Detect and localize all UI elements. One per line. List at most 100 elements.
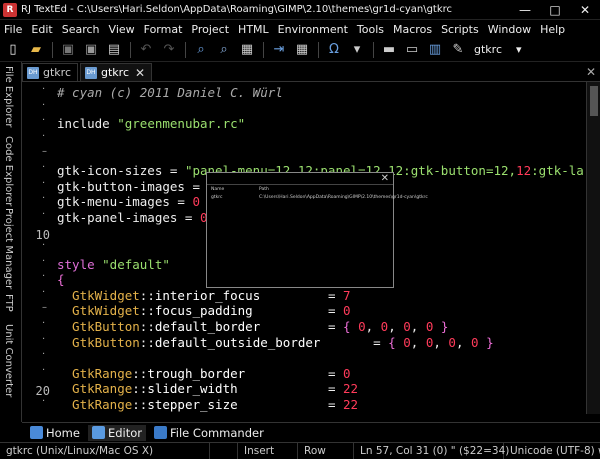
code-token: 0: [403, 334, 411, 350]
omega-icon[interactable]: Ω: [325, 41, 343, 59]
layout-icon[interactable]: ▬: [380, 41, 398, 59]
code-line[interactable]: style "default": [57, 257, 170, 272]
save-icon[interactable]: ▣: [59, 41, 77, 59]
gutter-marker: ·: [42, 240, 46, 251]
tools-icon[interactable]: ▾: [348, 41, 366, 59]
side-tab-ftp[interactable]: FTP: [3, 294, 14, 312]
document-tabs: DH gtkrc DH gtkrc ✕ ✕: [22, 62, 600, 82]
theme-selector[interactable]: gtkrc: [474, 43, 502, 56]
gutter-marker: ·: [42, 333, 46, 345]
search-icon[interactable]: ⌕: [192, 41, 210, 59]
side-tab-unit-converter[interactable]: Unit Converter: [3, 324, 14, 397]
maximize-button[interactable]: □: [540, 0, 570, 20]
print-icon[interactable]: ▤: [105, 41, 123, 59]
side-tab-code-explorer[interactable]: Code Explorer: [3, 136, 14, 206]
code-token: style: [57, 256, 103, 272]
code-line[interactable]: GtkRange::stepper_size = 22: [57, 397, 358, 412]
redo-icon[interactable]: ↷: [160, 41, 178, 59]
gutter-marker: ·: [42, 84, 46, 95]
close-all-icon[interactable]: ✕: [586, 65, 596, 79]
scroll-thumb[interactable]: [590, 86, 598, 116]
brush-icon[interactable]: ✎: [449, 41, 467, 59]
undo-icon[interactable]: ↶: [137, 41, 155, 59]
code-token: interior_focus: [154, 287, 261, 303]
find-files-icon[interactable]: ▦: [238, 41, 256, 59]
open-files-popup[interactable]: ✕ Name Path gtkrc C:\Users\Hari.Seldon\A…: [206, 172, 428, 288]
vertical-scrollbar[interactable]: [586, 82, 600, 414]
code-token: =: [237, 381, 343, 397]
menu-bar: File Edit Search View Format Project HTM…: [0, 20, 600, 38]
menu-view[interactable]: View: [109, 23, 135, 36]
goto-icon[interactable]: ⇥: [270, 41, 288, 59]
code-line[interactable]: GtkRange::trough_border = 0: [57, 366, 351, 381]
code-token: }: [478, 334, 494, 350]
gutter-marker: ·: [42, 193, 46, 205]
save-all-icon[interactable]: ▣: [82, 41, 100, 59]
status-file-format[interactable]: gtkrc (Unix/Linux/Mac OS X): [0, 442, 210, 459]
gutter-marker: ·: [42, 364, 46, 376]
side-tab-file-explorer[interactable]: File Explorer: [3, 66, 14, 128]
window-controls: — □ ✕: [510, 0, 600, 20]
chevron-down-icon[interactable]: ▾: [516, 43, 522, 56]
code-token: GtkRange: [57, 397, 133, 412]
code-line[interactable]: {: [57, 272, 65, 287]
popup-col-name: Name: [211, 187, 225, 192]
menu-macros[interactable]: Macros: [393, 23, 432, 36]
code-token: trough_border: [147, 365, 246, 381]
code-token: =: [260, 319, 344, 334]
side-tab-project-manager[interactable]: Project Manager: [3, 208, 14, 289]
toolbar-separator: [263, 41, 264, 58]
status-encoding[interactable]: Unicode (UTF-8) wit: [504, 443, 600, 459]
menu-environment[interactable]: Environment: [278, 23, 348, 36]
menu-search[interactable]: Search: [62, 23, 100, 36]
bookmark-icon[interactable]: ▦: [293, 41, 311, 59]
code-line[interactable]: gtk-button-images = 0: [57, 179, 215, 194]
code-token: ,: [455, 334, 472, 350]
open-folder-icon[interactable]: ▰: [27, 41, 45, 59]
menu-project[interactable]: Project: [191, 23, 229, 36]
window-icon[interactable]: ▭: [403, 41, 421, 59]
code-line[interactable]: # cyan (c) 2011 Daniel C. Würl: [57, 85, 283, 100]
popup-close-icon[interactable]: ✕: [381, 173, 389, 184]
status-row-mode[interactable]: Row: [298, 442, 354, 459]
bottom-tab-home[interactable]: Home: [30, 426, 80, 440]
menu-html[interactable]: HTML: [238, 23, 269, 36]
line-gutter: 10 20 · · · · – · · · · · · · · – · · · · ·: [22, 82, 54, 414]
code-line[interactable]: gtk-panel-images = 0: [57, 210, 208, 225]
code-token: "greenmenubar.rc": [117, 116, 246, 132]
code-line[interactable]: gtk-menu-images = 0: [57, 194, 200, 209]
minimize-button[interactable]: —: [510, 0, 540, 20]
replace-icon[interactable]: ⌕: [215, 41, 233, 59]
panel-icon[interactable]: ▥: [426, 41, 444, 59]
menu-window[interactable]: Window: [488, 23, 531, 36]
code-token: default_outside_border: [154, 334, 321, 350]
menu-format[interactable]: Format: [144, 23, 183, 36]
code-line[interactable]: GtkButton::default_outside_border = { 0,…: [57, 335, 494, 350]
code-line[interactable]: include "greenmenubar.rc": [57, 116, 245, 131]
bottom-tab-editor[interactable]: Editor: [87, 424, 147, 441]
menu-edit[interactable]: Edit: [31, 23, 52, 36]
code-token: =: [237, 397, 343, 412]
tab-gtkrc-1[interactable]: DH gtkrc: [22, 63, 78, 81]
status-insert-mode[interactable]: Insert: [238, 442, 298, 459]
menu-help[interactable]: Help: [540, 23, 565, 36]
bottom-tab-file-commander[interactable]: File Commander: [154, 426, 264, 440]
menu-tools[interactable]: Tools: [357, 23, 384, 36]
code-token: 7: [343, 287, 351, 303]
code-line[interactable]: GtkRange::slider_width = 22: [57, 381, 358, 396]
menu-file[interactable]: File: [4, 23, 22, 36]
new-file-icon[interactable]: ▯: [4, 41, 22, 59]
popup-row-name[interactable]: gtkrc: [211, 195, 222, 200]
code-line[interactable]: GtkButton::default_border = { 0, 0, 0, 0…: [57, 319, 448, 334]
close-button[interactable]: ✕: [570, 0, 600, 20]
menu-scripts[interactable]: Scripts: [441, 23, 479, 36]
code-line[interactable]: GtkWidget::interior_focus = 7: [57, 288, 351, 303]
tab-close-icon[interactable]: ✕: [135, 66, 145, 80]
code-token: ::: [139, 334, 155, 350]
gutter-marker: ·: [42, 162, 46, 173]
popup-row-path[interactable]: C:\Users\Hari.Seldon\AppData\Roaming\GIM…: [259, 195, 428, 200]
code-line[interactable]: GtkWidget::focus_padding = 0: [57, 303, 351, 318]
code-token: ::: [139, 287, 155, 303]
tab-gtkrc-2[interactable]: DH gtkrc ✕: [80, 63, 153, 81]
status-bar: gtkrc (Unix/Linux/Mac OS X) Insert Row L…: [0, 442, 600, 459]
